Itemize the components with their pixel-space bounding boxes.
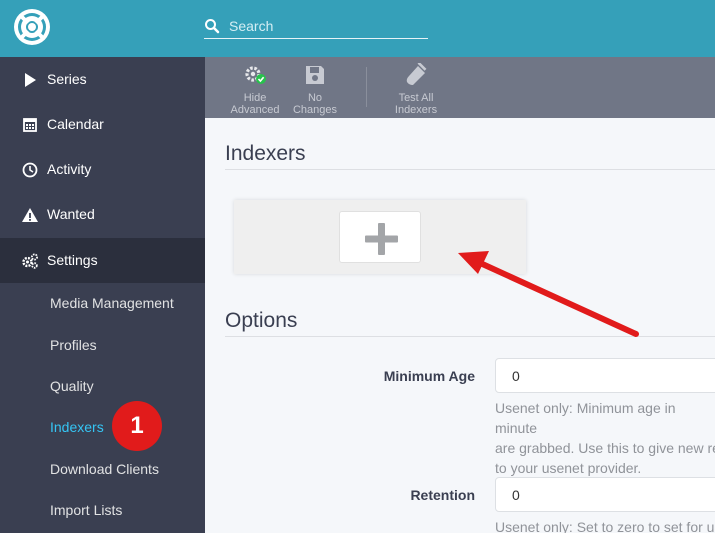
settings-subitem-label: Download Clients [50,461,159,477]
warning-icon [22,208,38,222]
settings-subitem-profiles[interactable]: Profiles [0,325,205,366]
help-line: Usenet only: Minimum age in minute [495,400,676,436]
plus-icon [365,223,398,255]
main-content: Indexers Options Minimum Age Usenet only… [205,118,715,533]
clock-icon [22,162,38,178]
retention-input[interactable] [495,477,715,512]
settings-subitem-indexers[interactable]: Indexers [0,407,205,448]
minimum-age-label: Minimum Age [383,368,475,384]
settings-subitem-media-management[interactable]: Media Management [0,283,205,324]
toolbar-label: Hide [243,92,267,104]
toolbar-label: Changes [292,104,338,116]
search-box [204,15,428,39]
add-indexer-button[interactable] [339,211,421,263]
help-line: Usenet only: Set to zero to set for ur [495,519,715,533]
section-divider [225,169,715,170]
minimum-age-help: Usenet only: Minimum age in minute are g… [495,398,715,478]
settings-subitem-label: Indexers [50,419,104,435]
settings-subitem-import-lists[interactable]: Import Lists [0,490,205,531]
sidebar: Series Calendar Activity Wanted Settings… [0,57,205,533]
options-section-title: Options [225,309,298,332]
toolbar-label: Indexers [394,104,438,116]
section-divider [225,336,715,337]
minimum-age-input[interactable] [495,358,715,393]
sidebar-item-activity[interactable]: Activity [0,147,205,192]
app-header [0,0,715,57]
retention-label: Retention [410,487,475,503]
hide-advanced-button[interactable]: Hide Advanced [225,63,285,116]
sidebar-item-settings[interactable]: Settings [0,238,205,283]
sidebar-item-label: Calendar [47,116,104,132]
page-toolbar: Hide Advanced No Changes Test All Indexe… [205,57,715,118]
settings-subitem-download-clients[interactable]: Download Clients [0,449,205,490]
test-tube-icon [406,63,427,85]
sidebar-item-label: Wanted [47,206,95,222]
settings-subitem-label: Profiles [50,337,97,353]
settings-subitem-quality[interactable]: Quality [0,366,205,407]
sidebar-item-wanted[interactable]: Wanted [0,192,205,237]
help-line: to your usenet provider. [495,460,642,476]
sidebar-item-series[interactable]: Series [0,57,205,102]
sidebar-item-label: Series [47,71,87,87]
toolbar-separator [366,67,367,107]
annotation-badge: 1 [112,401,162,451]
test-all-indexers-button[interactable]: Test All Indexers [386,63,446,116]
toolbar-label: No [307,92,323,104]
retention-help: Usenet only: Set to zero to set for ur [495,517,715,533]
settings-subitem-label: Media Management [50,295,174,311]
settings-subitem-label: Quality [50,378,94,394]
help-line: are grabbed. Use this to give new re [495,440,715,456]
play-icon [25,73,36,87]
save-icon [306,66,324,84]
settings-subitem-label: Import Lists [50,502,123,518]
calendar-icon [23,118,37,132]
sidebar-item-label: Activity [47,161,92,177]
search-icon [205,19,220,34]
sonarr-logo[interactable] [13,8,51,46]
gear-check-icon [245,66,266,84]
sidebar-item-calendar[interactable]: Calendar [0,102,205,147]
add-indexer-card [234,200,526,274]
sidebar-item-label: Settings [47,252,98,268]
toolbar-label: Test All [398,92,434,104]
search-input[interactable] [229,15,424,37]
indexers-section-title: Indexers [225,142,306,165]
save-changes-button[interactable]: No Changes [285,63,345,116]
toolbar-label: Advanced [230,104,280,116]
gears-icon [22,253,38,269]
